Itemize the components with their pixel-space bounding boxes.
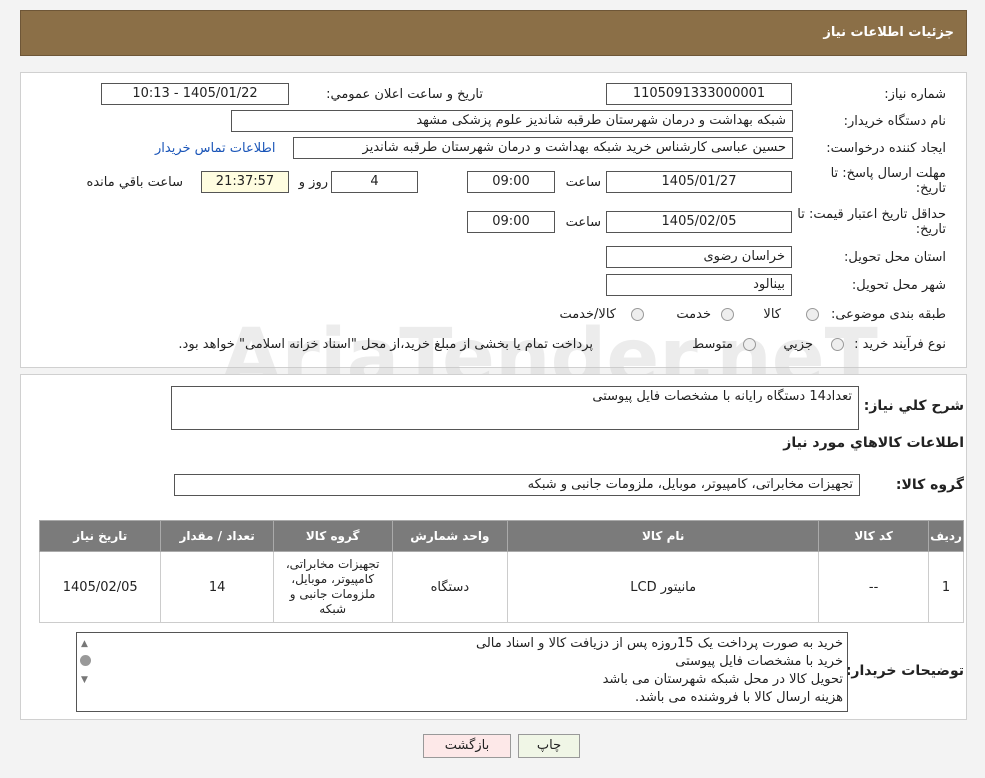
col-header: تعداد / مقدار: [160, 520, 274, 552]
table-row: 1 -- مانیتور LCD دستگاه تجهیزات مخابراتی…: [38, 551, 964, 623]
validity-time-label: ساعت: [565, 215, 601, 230]
notes-field[interactable]: خرید به صورت پرداخت یک 15روزه پس از دزیا…: [76, 632, 848, 712]
items-title: اطلاعات کالاهاي مورد نياز: [783, 435, 964, 451]
city-label: شهر محل تحویل:: [851, 278, 946, 293]
notes-label: توضیحات خریدار:: [845, 663, 964, 679]
col-header: کد کالا: [818, 520, 930, 552]
notes-line: خرید به صورت پرداخت یک 15روزه پس از دزیا…: [476, 636, 843, 651]
category-option-both: کالا/خدمت: [559, 307, 616, 322]
process-radio-medium[interactable]: [743, 338, 756, 351]
items-panel: شرح کلي نیاز: تعداد14 دستگاه رایانه با م…: [20, 374, 967, 720]
province-label: استان محل تحویل:: [844, 250, 946, 265]
validity-time-field: 09:00: [467, 211, 555, 233]
back-button[interactable]: بازگشت: [423, 734, 511, 758]
items-table: ردیف کد کالا نام کالا واحد شمارش گروه کا…: [38, 520, 964, 623]
remaining-time-field: 21:37:57: [201, 171, 289, 193]
description-field[interactable]: تعداد14 دستگاه رایانه با مشخصات فایل پیو…: [171, 386, 859, 430]
process-label: نوع فرآیند خرید :: [854, 337, 946, 352]
category-radio-service[interactable]: [721, 308, 734, 321]
category-radio-goods[interactable]: [806, 308, 819, 321]
cell-code: --: [818, 551, 930, 623]
notes-line: خرید با مشخصات فایل پیوستی: [675, 654, 843, 669]
group-field: تجهیزات مخابراتی، کامپیوتر، موبایل، ملزو…: [174, 474, 860, 496]
validity-date-field: 1405/02/05: [606, 211, 792, 233]
deadline-time-label: ساعت: [565, 175, 601, 190]
need-number-label: شماره نیاز:: [884, 87, 946, 102]
col-header: واحد شمارش: [391, 520, 509, 552]
days-label: روز و: [298, 175, 328, 190]
category-option-goods: کالا: [763, 307, 781, 322]
col-header: گروه کالا: [272, 520, 393, 552]
process-radio-small[interactable]: [831, 338, 844, 351]
remaining-label: ساعت باقي مانده: [86, 175, 183, 190]
province-field: خراسان رضوی: [606, 246, 792, 268]
category-label: طبقه بندی موضوعی:: [830, 307, 946, 322]
cell-name: مانیتور LCD: [507, 551, 820, 623]
group-label: گروه کالا:: [895, 477, 964, 493]
deadline-label: مهلت ارسال پاسخ: تا تاریخ:: [830, 166, 946, 196]
buyer-field: شبکه بهداشت و درمان شهرستان طرقبه شاندیز…: [231, 110, 793, 132]
cell-date: 1405/02/05: [38, 551, 162, 623]
page-header: جزئیات اطلاعات نیاز: [20, 10, 967, 56]
contact-buyer-link[interactable]: اطلاعات تماس خریدار: [155, 141, 275, 156]
announce-label: تاریخ و ساعت اعلان عمومي:: [326, 87, 483, 102]
cell-qty: 14: [160, 551, 274, 623]
table-header-row: ردیف کد کالا نام کالا واحد شمارش گروه کا…: [38, 520, 964, 552]
description-label: شرح کلي نیاز:: [863, 398, 964, 414]
cell-unit: دستگاه: [391, 551, 509, 623]
page-title: جزئیات اطلاعات نیاز: [823, 25, 954, 40]
announce-field: 1405/01/22 - 10:13: [101, 83, 289, 105]
validity-label: حداقل تاریخ اعتبار قیمت: تا تاریخ:: [797, 207, 946, 237]
need-number-field: 1105091333000001: [606, 83, 792, 105]
scroll-up-icon[interactable]: ▲: [81, 639, 88, 649]
creator-field: حسین عباسی کارشناس خرید شبکه بهداشت و در…: [293, 137, 793, 159]
notes-line: تحویل کالا در محل شبکه شهرستان می باشد: [602, 672, 843, 687]
need-info-panel: AriaTender.neT شماره نیاز: 1105091333000…: [20, 72, 967, 403]
col-header: تاریخ نیاز: [38, 520, 162, 552]
scroll-down-icon[interactable]: ▼: [81, 675, 88, 685]
process-note: پرداخت تمام یا بخشی از مبلغ خرید،از محل …: [178, 337, 593, 352]
col-header: ردیف: [928, 520, 964, 552]
category-option-service: خدمت: [676, 307, 711, 322]
notes-line: هزینه ارسال کالا با فروشنده می باشد.: [634, 690, 843, 705]
creator-label: ایجاد کننده درخواست:: [826, 141, 946, 156]
process-option-small: جزیي: [783, 337, 813, 352]
deadline-time-field: 09:00: [467, 171, 555, 193]
cell-group: تجهیزات مخابراتی، کامپیوتر، موبایل، ملزو…: [272, 551, 393, 623]
print-button[interactable]: چاپ: [518, 734, 580, 758]
cell-row: 1: [928, 551, 964, 623]
process-option-medium: متوسط: [692, 337, 733, 352]
buyer-label: نام دستگاه خریدار:: [843, 114, 946, 129]
scrollbar-thumb[interactable]: [80, 655, 91, 666]
col-header: نام کالا: [507, 520, 820, 552]
days-field: 4: [331, 171, 418, 193]
deadline-date-field: 1405/01/27: [606, 171, 792, 193]
category-radio-both[interactable]: [631, 308, 644, 321]
city-field: بینالود: [606, 274, 792, 296]
